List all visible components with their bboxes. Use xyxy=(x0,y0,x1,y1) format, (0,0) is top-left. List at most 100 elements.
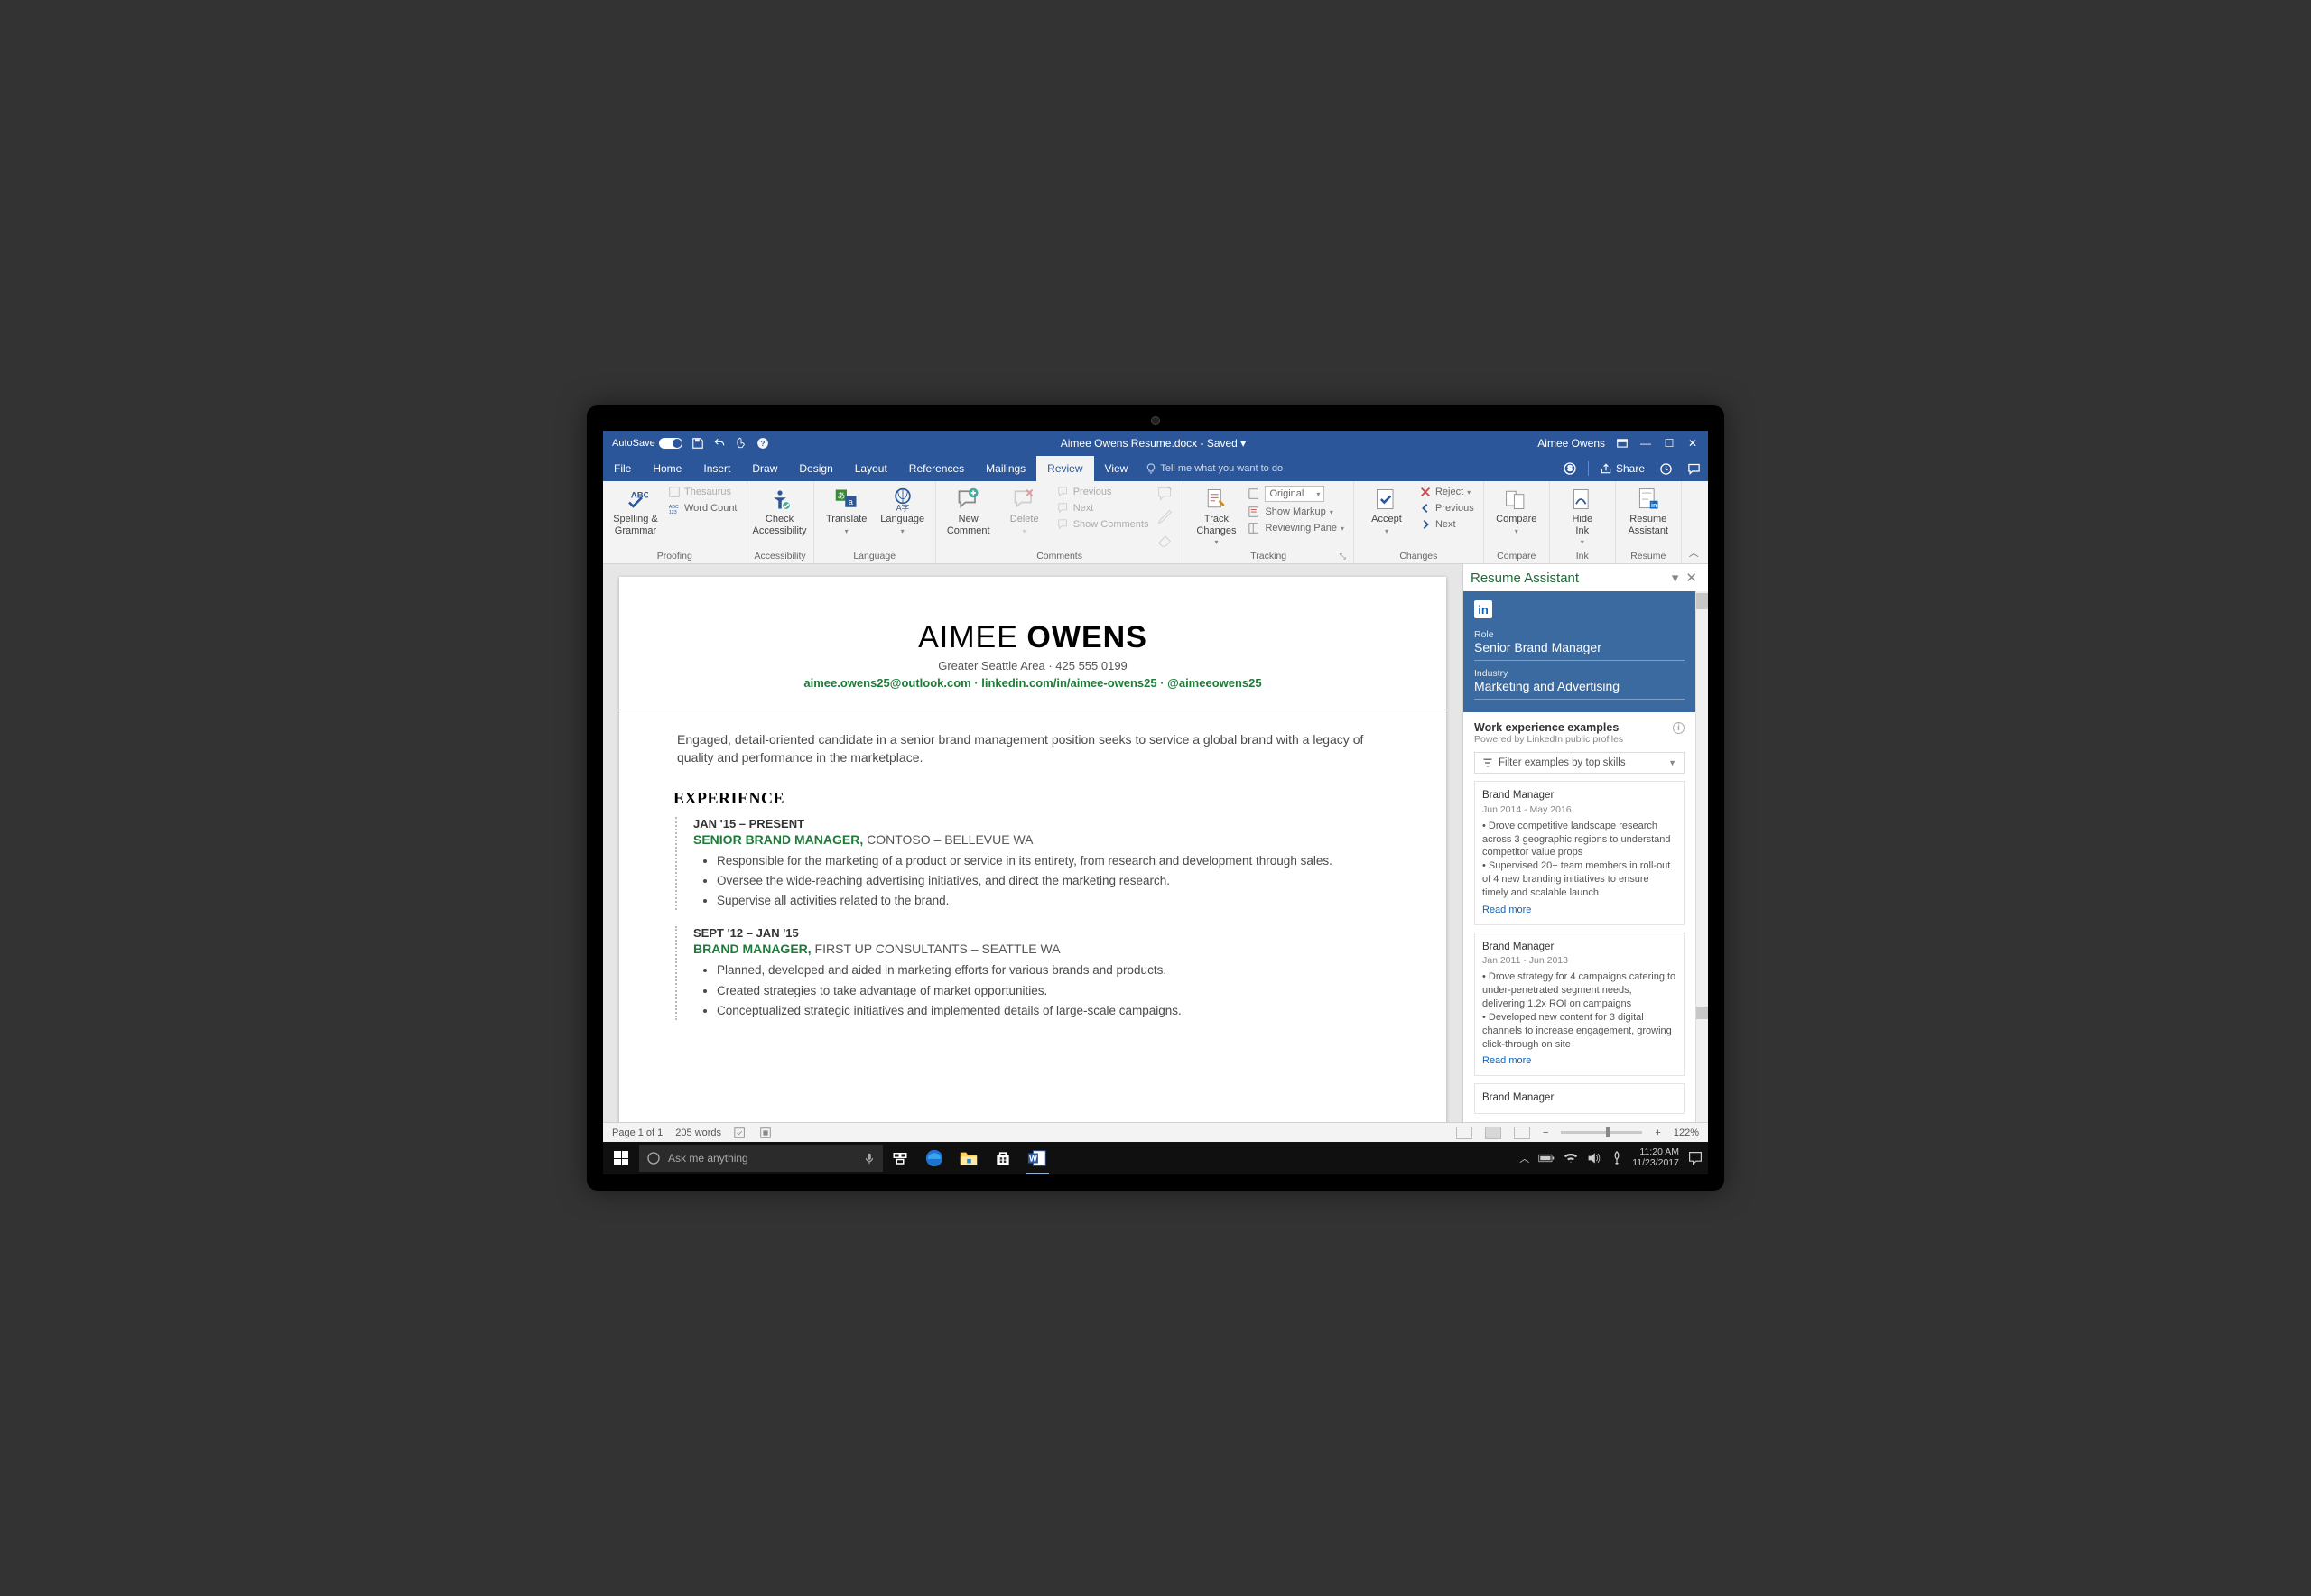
svg-text:ABC: ABC xyxy=(669,505,679,510)
delete-comment-button[interactable]: Delete▾ xyxy=(999,485,1050,535)
new-comment-button[interactable]: New Comment xyxy=(943,485,994,536)
show-markup-button[interactable]: Show Markup ▾ xyxy=(1247,505,1346,519)
maximize-button[interactable]: ☐ xyxy=(1663,437,1675,450)
role-field[interactable]: Role Senior Brand Manager xyxy=(1474,626,1685,661)
tab-references[interactable]: References xyxy=(898,456,975,481)
save-icon[interactable] xyxy=(691,437,704,450)
hide-ink-button[interactable]: Hide Ink▾ xyxy=(1557,485,1608,546)
page-indicator[interactable]: Page 1 of 1 xyxy=(612,1127,663,1138)
zoom-level[interactable]: 122% xyxy=(1674,1127,1699,1138)
mic-icon[interactable] xyxy=(863,1152,876,1165)
info-icon[interactable]: i xyxy=(1673,722,1685,734)
tell-me-box[interactable]: Tell me what you want to do xyxy=(1138,456,1283,481)
action-center-icon[interactable] xyxy=(1688,1151,1703,1165)
pen-icon[interactable] xyxy=(1156,506,1175,526)
document-area[interactable]: AIMEE OWENS Greater Seattle Area · 425 5… xyxy=(603,564,1462,1122)
reject-button[interactable]: Reject ▾ xyxy=(1417,485,1476,499)
ink-comment-icon[interactable] xyxy=(1156,485,1175,505)
tray-chevron-icon[interactable]: ︿ xyxy=(1519,1151,1529,1165)
minimize-button[interactable]: — xyxy=(1639,437,1652,450)
collapse-ribbon-button[interactable]: ︿ xyxy=(1682,542,1706,563)
system-tray: ︿ 11:20 AM11/23/2017 xyxy=(1519,1147,1708,1168)
read-mode-button[interactable] xyxy=(1456,1127,1472,1139)
show-comments-button[interactable]: Show Comments xyxy=(1055,517,1151,532)
industry-field[interactable]: Industry Marketing and Advertising xyxy=(1474,664,1685,700)
web-layout-button[interactable] xyxy=(1514,1127,1530,1139)
lightbulb-icon xyxy=(1146,463,1156,474)
undo-icon[interactable] xyxy=(713,437,726,450)
accept-button[interactable]: Accept▾ xyxy=(1361,485,1412,535)
tab-design[interactable]: Design xyxy=(788,456,843,481)
display-for-review[interactable]: Original▾ xyxy=(1247,485,1346,503)
pane-options-button[interactable]: ▾ xyxy=(1668,570,1683,586)
tab-layout[interactable]: Layout xyxy=(844,456,898,481)
help-icon[interactable]: ? xyxy=(756,437,769,450)
share-button[interactable]: Share xyxy=(1592,456,1652,481)
track-changes-button[interactable]: Track Changes▾ xyxy=(1191,485,1241,546)
spelling-grammar-button[interactable]: ABC Spelling & Grammar xyxy=(610,485,661,536)
volume-icon[interactable] xyxy=(1587,1152,1601,1165)
tab-review[interactable]: Review xyxy=(1036,456,1093,481)
comments-button[interactable] xyxy=(1680,456,1708,481)
zoom-out-button[interactable]: − xyxy=(1543,1127,1548,1138)
tracking-launcher[interactable]: ⤡ xyxy=(1340,552,1346,561)
tab-home[interactable]: Home xyxy=(642,456,692,481)
tab-insert[interactable]: Insert xyxy=(692,456,741,481)
history-button[interactable] xyxy=(1652,456,1680,481)
macro-status-icon[interactable] xyxy=(759,1127,772,1139)
zoom-in-button[interactable]: + xyxy=(1655,1127,1660,1138)
thesaurus-button[interactable]: Thesaurus xyxy=(666,485,739,499)
taskbar-explorer[interactable] xyxy=(951,1142,986,1174)
translate-button[interactable]: あa Translate▾ xyxy=(821,485,872,535)
taskbar-word[interactable]: W xyxy=(1020,1142,1054,1174)
pane-close-button[interactable]: ✕ xyxy=(1682,570,1701,586)
taskbar-edge[interactable] xyxy=(917,1142,951,1174)
print-layout-button[interactable] xyxy=(1485,1127,1501,1139)
previous-change-button[interactable]: Previous xyxy=(1417,501,1476,515)
cortana-search[interactable]: Ask me anything xyxy=(639,1145,883,1172)
start-button[interactable] xyxy=(603,1151,639,1165)
ribbon-display-icon[interactable] xyxy=(1616,437,1629,450)
job-bullet: Created strategies to take advantage of … xyxy=(717,982,1392,1000)
reviewing-pane-button[interactable]: Reviewing Pane ▾ xyxy=(1247,521,1346,535)
autosave-toggle[interactable]: AutoSave xyxy=(612,438,682,449)
resume-assistant-button[interactable]: in Resume Assistant xyxy=(1623,485,1674,536)
experience-heading: EXPERIENCE xyxy=(673,789,1392,808)
clock[interactable]: 11:20 AM11/23/2017 xyxy=(1632,1147,1679,1168)
tab-mailings[interactable]: Mailings xyxy=(975,456,1036,481)
tab-file[interactable]: File xyxy=(603,456,642,481)
compare-button[interactable]: Compare▾ xyxy=(1491,485,1542,535)
tab-view[interactable]: View xyxy=(1094,456,1139,481)
example-dates: Jun 2014 - May 2016 xyxy=(1482,803,1676,816)
task-view-button[interactable] xyxy=(883,1142,917,1174)
spellcheck-status-icon[interactable] xyxy=(734,1127,747,1139)
taskbar-store[interactable] xyxy=(986,1142,1020,1174)
touch-mode-icon[interactable] xyxy=(735,437,747,450)
wifi-icon[interactable] xyxy=(1564,1152,1578,1165)
previous-comment-button[interactable]: Previous xyxy=(1055,485,1151,499)
word-count[interactable]: 205 words xyxy=(675,1127,721,1138)
battery-icon[interactable] xyxy=(1538,1153,1555,1164)
pane-scrollbar[interactable] xyxy=(1695,591,1708,1122)
pen-tray-icon[interactable] xyxy=(1610,1151,1623,1165)
zoom-slider[interactable] xyxy=(1561,1131,1642,1134)
document-title[interactable]: Aimee Owens Resume.docx - Saved ▾ xyxy=(769,437,1538,450)
next-comment-button[interactable]: Next xyxy=(1055,501,1151,515)
filter-skills-dropdown[interactable]: Filter examples by top skills ▼ xyxy=(1474,752,1685,774)
check-accessibility-button[interactable]: Check Accessibility xyxy=(755,485,805,536)
eraser-icon[interactable] xyxy=(1156,528,1175,548)
tab-draw[interactable]: Draw xyxy=(741,456,788,481)
read-more-link[interactable]: Read more xyxy=(1482,1054,1531,1068)
translate-icon: あa xyxy=(834,487,859,512)
word-count-button[interactable]: ABC123Word Count xyxy=(666,501,739,515)
language-button[interactable]: A字 Language▾ xyxy=(877,485,928,535)
svg-text:?: ? xyxy=(760,440,765,448)
close-button[interactable]: ✕ xyxy=(1686,437,1699,450)
job-dates: JAN '15 – PRESENT xyxy=(693,817,1392,830)
user-name[interactable]: Aimee Owens xyxy=(1537,437,1605,450)
next-change-button[interactable]: Next xyxy=(1417,517,1476,532)
read-more-link[interactable]: Read more xyxy=(1482,904,1531,917)
skype-button[interactable]: S xyxy=(1555,456,1584,481)
job-dates: SEPT '12 – JAN '15 xyxy=(693,926,1392,940)
svg-text:A字: A字 xyxy=(896,502,909,512)
